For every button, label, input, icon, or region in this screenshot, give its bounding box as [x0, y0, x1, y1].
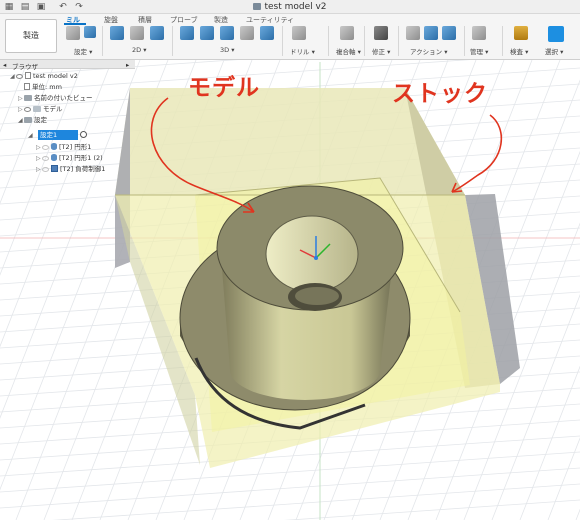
inner-bore [265, 215, 359, 293]
tab-additive[interactable]: 積層 [138, 15, 152, 25]
tree-node-setup1[interactable]: ◢ [28, 130, 34, 140]
document-title-text: test model v2 [264, 2, 327, 12]
browser-title: ブラウザ [12, 63, 38, 71]
grid-line [0, 451, 580, 493]
tab-utilities[interactable]: ユーティリティ [246, 15, 294, 25]
group-modify[interactable]: 修正 ▾ [372, 46, 390, 56]
visibility-eye-icon[interactable] [42, 166, 49, 172]
divider [172, 26, 173, 56]
tree-node-label: 設定1 [40, 131, 58, 139]
collapse-icon[interactable]: ◂ [3, 61, 6, 69]
tool-library-icon[interactable] [472, 26, 486, 40]
group-actions[interactable]: アクション ▾ [410, 46, 448, 56]
annotation-model: モデル [188, 75, 260, 101]
tree-node-label: 名前の付いたビュー [34, 94, 93, 102]
tree-node-setup1-selected[interactable]: 設定1 [38, 130, 78, 140]
operation-icon [51, 165, 58, 172]
annotation-stock: ストック [392, 81, 488, 107]
ribbon: 製造 ミル 旋盤 積層 プローブ 製造 ユーティリティ 設定 ▾ 2D ▾ 3D… [0, 14, 580, 60]
divider [102, 26, 103, 56]
grid-line [0, 467, 580, 509]
browser-header: ◂ ブラウザ ▸ [0, 60, 135, 71]
grid-line [519, 365, 580, 520]
stock-arrow [451, 114, 503, 193]
grid-line [575, 508, 580, 520]
simulate-icon[interactable] [406, 26, 420, 40]
tree-node-document[interactable]: ◢ test model v2 [10, 71, 78, 81]
visibility-eye-icon[interactable] [24, 106, 31, 112]
drill-icon[interactable] [292, 26, 306, 40]
group-drill[interactable]: ドリル ▾ [290, 46, 315, 56]
folder-icon [24, 94, 32, 101]
tree-node-label: 単位: mm [32, 83, 62, 91]
active-tab-indicator [64, 23, 86, 25]
folder-icon [24, 116, 32, 123]
tree-node-label: [T2] 円形1 [59, 143, 92, 151]
3d-pocket-icon[interactable] [200, 26, 214, 40]
3d-parallel-icon[interactable] [220, 26, 234, 40]
3d-adaptive-icon[interactable] [180, 26, 194, 40]
divider [464, 26, 465, 56]
post-process-icon[interactable] [424, 26, 438, 40]
3d-contour-icon[interactable] [240, 26, 254, 40]
group-setup[interactable]: 設定 ▾ [74, 46, 92, 56]
tree-node-label: モデル [43, 105, 63, 113]
tree-node-op1[interactable]: ▷ [T2] 円形1 [36, 142, 91, 152]
tree-node-units[interactable]: 単位: mm [24, 82, 62, 92]
group-2d[interactable]: 2D ▾ [132, 46, 146, 54]
group-multi-axis[interactable]: 複合軸 ▾ [336, 46, 361, 56]
browser-panel: ◂ ブラウザ ▸ ◢ test model v2 単位: mm ▷ 名前の付いたビュ… [0, 60, 135, 178]
divider [282, 26, 283, 56]
g1-g2-icon[interactable] [442, 26, 456, 40]
visibility-eye-icon[interactable] [42, 144, 49, 150]
operation-icon [51, 154, 57, 161]
visibility-eye-icon[interactable] [16, 73, 23, 79]
multi-axis-icon[interactable] [340, 26, 354, 40]
group-manage[interactable]: 管理 ▾ [470, 46, 488, 56]
document-icon [24, 83, 30, 90]
tree-node-op2[interactable]: ▷ [T2] 円形1 (2) [36, 153, 103, 163]
title-bar: ▦ ▤ ▣ ↶ ↷ test model v2 [0, 0, 580, 14]
divider [398, 26, 399, 56]
folder-icon[interactable] [66, 26, 80, 40]
collapse-triangle-icon[interactable]: ◢ [28, 131, 34, 141]
tree-node-label: test model v2 [33, 72, 78, 80]
group-select[interactable]: 選択 ▾ [545, 46, 563, 56]
2d-pocket-icon[interactable] [130, 26, 144, 40]
tree-node-label: [T2] 負荷制御1 [60, 165, 106, 173]
tree-node-model[interactable]: ▷ モデル [18, 104, 63, 114]
measure-icon[interactable] [514, 26, 528, 40]
operation-icon [51, 143, 57, 150]
divider [502, 26, 503, 56]
group-inspect[interactable]: 検査 ▾ [510, 46, 528, 56]
tree-node-setups[interactable]: ◢ 設定 [18, 115, 47, 125]
document-icon [25, 72, 31, 79]
grid-line [547, 437, 580, 520]
tab-fabrication[interactable]: 製造 [214, 15, 228, 25]
divider [364, 26, 365, 56]
panel-expand-icon[interactable]: ▸ [126, 61, 129, 69]
workspace-switcher-button[interactable]: 製造 [5, 19, 57, 53]
divider [328, 26, 329, 56]
document-title: test model v2 [0, 2, 580, 12]
tree-node-label: 設定 [34, 116, 47, 124]
scissors-icon[interactable] [374, 26, 388, 40]
2d-adaptive-icon[interactable] [110, 26, 124, 40]
2d-face-icon[interactable] [150, 26, 164, 40]
tree-node-label: [T2] 円形1 (2) [59, 154, 103, 162]
new-setup-icon[interactable] [84, 26, 96, 38]
3d-scallop-icon[interactable] [260, 26, 274, 40]
active-setup-radio[interactable] [80, 131, 87, 138]
tab-turning[interactable]: 旋盤 [104, 15, 118, 25]
select-arrow-icon[interactable] [548, 26, 564, 42]
tree-node-op3[interactable]: ▷ [T2] 負荷制御1 [36, 164, 105, 174]
component-icon [33, 105, 41, 112]
tab-probe[interactable]: プローブ [170, 15, 198, 25]
tree-node-named-views[interactable]: ▷ 名前の付いたビュー [18, 93, 93, 103]
group-3d[interactable]: 3D ▾ [220, 46, 234, 54]
document-cube-icon [253, 3, 262, 10]
visibility-eye-icon[interactable] [42, 155, 49, 161]
